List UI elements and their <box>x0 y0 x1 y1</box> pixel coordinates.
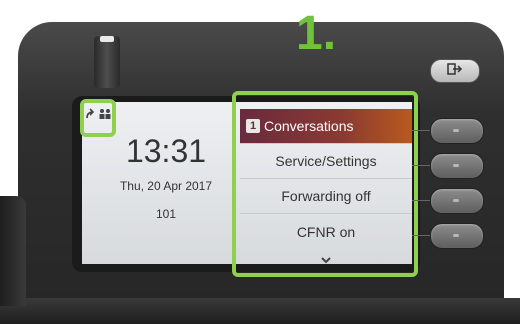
softkey-3[interactable] <box>430 188 484 214</box>
status-highlight <box>80 99 116 137</box>
menu-highlight <box>232 91 418 277</box>
phone-base <box>0 298 520 324</box>
softkey-4[interactable] <box>430 223 484 249</box>
logout-key[interactable] <box>430 59 480 83</box>
softkey-2[interactable] <box>430 153 484 179</box>
softkey-guide <box>412 200 432 201</box>
softkey-1[interactable] <box>430 118 484 144</box>
clock-date: Thu, 20 Apr 2017 <box>119 179 213 193</box>
handset-hook <box>94 36 120 88</box>
logout-icon <box>447 62 463 80</box>
softkey-guide <box>412 130 432 131</box>
step-number-label: 1. <box>296 7 337 60</box>
clock-time: 13:31 <box>125 133 207 169</box>
own-extension: 101 <box>155 207 177 221</box>
softkey-guide <box>412 165 432 166</box>
softkey-guide <box>412 235 432 236</box>
phone-side <box>0 196 26 306</box>
